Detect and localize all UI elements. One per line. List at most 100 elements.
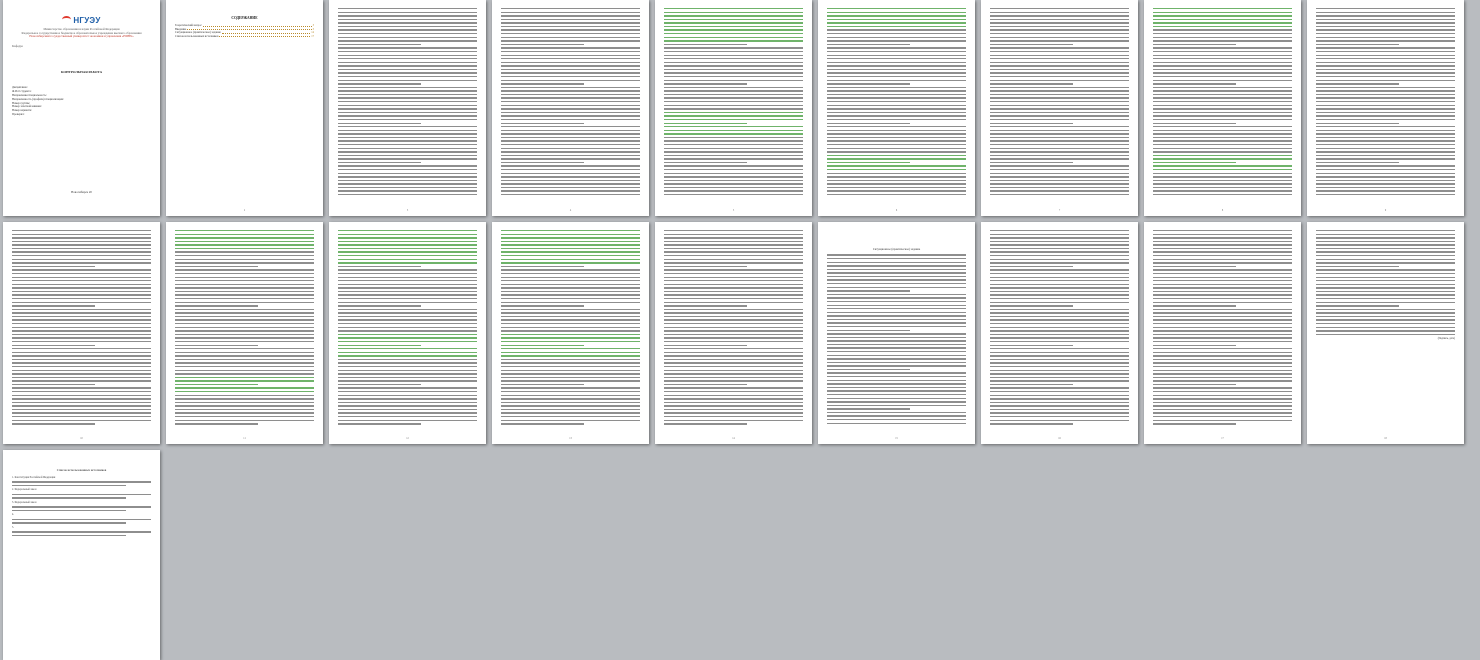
text-line — [990, 269, 1129, 271]
text-line — [338, 136, 477, 139]
text-line — [501, 18, 640, 21]
text-line — [338, 11, 477, 13]
text-line — [175, 305, 259, 307]
page-9[interactable]: 9 — [1307, 0, 1464, 216]
text-line — [1153, 54, 1292, 56]
title-field-label: Направленность (профиль)/специализация: — [12, 97, 64, 101]
text-line — [12, 369, 151, 371]
text-line — [338, 140, 477, 142]
text-line — [1153, 348, 1292, 350]
text-line — [12, 531, 151, 533]
page-4[interactable]: 4 — [492, 0, 649, 216]
text-line — [175, 290, 314, 293]
page-3[interactable]: 3 — [329, 0, 486, 216]
text-line — [338, 111, 477, 114]
text-line — [827, 354, 966, 356]
text-line — [12, 394, 151, 396]
text-line — [175, 405, 314, 407]
text-line — [827, 136, 966, 139]
page-10[interactable]: 10 — [3, 222, 160, 444]
text-line — [664, 401, 803, 404]
text-line — [1316, 158, 1455, 160]
contents-row[interactable]: Список использованных источников 17 — [175, 35, 314, 39]
text-line — [501, 240, 640, 243]
text-line — [12, 380, 151, 382]
text-line — [827, 68, 966, 71]
title-field-label: Направление/специальность: — [12, 93, 47, 97]
text-line — [501, 15, 640, 17]
text-line — [664, 315, 803, 318]
text-line — [990, 108, 1129, 110]
text-line — [827, 404, 966, 407]
text-line — [827, 401, 966, 403]
text-line — [338, 165, 477, 167]
text-line — [338, 161, 422, 164]
text-line — [990, 183, 1129, 185]
page-6[interactable]: 6 — [818, 0, 975, 216]
text-line — [501, 258, 640, 261]
page-16[interactable]: 16 — [981, 222, 1138, 444]
text-line — [990, 40, 1129, 42]
text-line — [1153, 86, 1292, 89]
text-line — [1316, 179, 1455, 182]
text-line — [1316, 183, 1455, 185]
text-line — [827, 254, 966, 256]
text-line — [338, 90, 477, 92]
text-line — [1153, 172, 1292, 174]
page-19-references[interactable]: Список использованных источников 1. Конс… — [3, 450, 160, 660]
text-line — [664, 240, 803, 243]
text-line — [990, 305, 1074, 307]
text-line — [990, 408, 1129, 411]
text-line — [990, 111, 1129, 114]
text-line — [12, 344, 96, 346]
title-field-label: Номер группы: — [12, 101, 31, 105]
text-line — [664, 176, 803, 178]
text-line — [827, 261, 966, 263]
text-line — [501, 190, 640, 192]
text-line — [827, 151, 966, 153]
text-line — [1153, 323, 1292, 325]
text-line — [990, 172, 1129, 174]
text-line — [664, 355, 803, 357]
text-line — [664, 158, 803, 160]
page-7[interactable]: 7 — [981, 0, 1138, 216]
page-1-title[interactable]: НГУЭУ Министерство образования и науки Р… — [3, 0, 160, 216]
text-line — [501, 154, 640, 157]
page-14[interactable]: 14 — [655, 222, 812, 444]
text-line — [175, 340, 314, 343]
text-line — [175, 319, 314, 321]
page-13[interactable]: 13 — [492, 222, 649, 444]
text-line — [827, 279, 966, 281]
page-12[interactable]: 12 — [329, 222, 486, 444]
text-line — [501, 40, 640, 42]
text-line — [827, 336, 966, 339]
text-line — [1316, 312, 1455, 314]
page-11[interactable]: 11 — [166, 222, 323, 444]
text-line — [501, 290, 640, 293]
text-line — [12, 391, 151, 393]
text-line — [827, 47, 966, 49]
text-line — [1153, 183, 1292, 185]
text-line — [827, 272, 966, 274]
page-5[interactable]: 5 — [655, 0, 812, 216]
text-line — [664, 25, 803, 28]
text-line — [338, 344, 422, 346]
text-line — [1153, 419, 1292, 422]
text-line — [827, 333, 966, 335]
text-line — [990, 83, 1074, 85]
text-line — [827, 25, 966, 28]
text-line — [827, 18, 966, 21]
page-18[interactable]: (Подпись, дата) 18 — [1307, 222, 1464, 444]
text-line — [664, 412, 803, 414]
page-8[interactable]: 8 — [1144, 0, 1301, 216]
page-15-task[interactable]: Ситуационное (практическое) задание 15 — [818, 222, 975, 444]
text-line — [827, 75, 966, 78]
page-17[interactable]: 17 — [1144, 222, 1301, 444]
text-line — [501, 337, 640, 339]
text-line — [1316, 97, 1455, 99]
text-line — [827, 101, 966, 103]
text-line — [501, 172, 640, 174]
page-number: 10 — [80, 437, 83, 440]
page-2-contents[interactable]: СОДЕРЖАНИЕ Теоретический вопрос 3 Введение… — [166, 0, 323, 216]
text-line — [1316, 240, 1455, 243]
